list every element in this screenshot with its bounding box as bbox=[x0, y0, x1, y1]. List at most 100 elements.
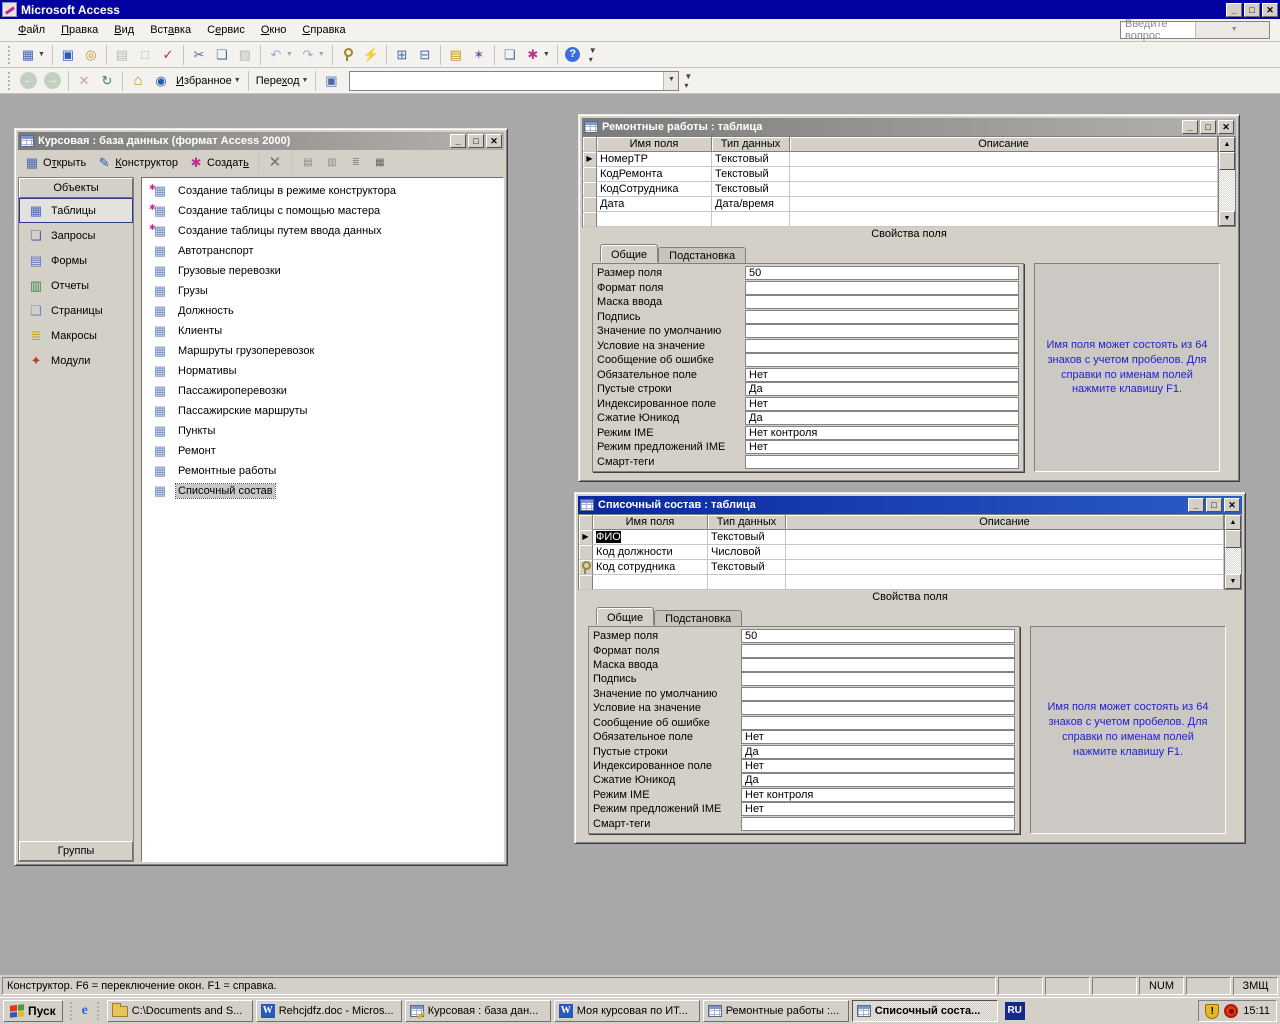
delete-rows-button[interactable]: ⊟ bbox=[414, 44, 436, 66]
field-type-cell[interactable]: Дата/время bbox=[712, 197, 790, 212]
list-item[interactable]: ▦ Пассажирские маршруты bbox=[142, 401, 503, 421]
copy-button[interactable]: ❏ bbox=[211, 44, 233, 66]
open-button[interactable]: ▦Открыть bbox=[20, 153, 90, 173]
field-desc-cell[interactable] bbox=[786, 545, 1224, 560]
close-button[interactable]: ✕ bbox=[1224, 498, 1240, 512]
tab-general[interactable]: Общие bbox=[596, 607, 654, 625]
list-item[interactable]: ▦ Пункты bbox=[142, 421, 503, 441]
internet-explorer-icon[interactable]: e bbox=[77, 1003, 93, 1019]
field-desc-cell[interactable] bbox=[790, 197, 1218, 212]
menu-item[interactable]: Справка bbox=[294, 21, 353, 39]
field-type-cell[interactable]: Текстовый bbox=[712, 167, 790, 182]
design2-titlebar[interactable]: Списочный состав : таблица _ □ ✕ bbox=[578, 496, 1242, 514]
list-item[interactable]: ▦ Автотранспорт bbox=[142, 241, 503, 261]
field-row[interactable]: ▶ bbox=[579, 575, 1224, 590]
property-value-field[interactable] bbox=[745, 455, 1019, 469]
field-type-cell[interactable] bbox=[708, 575, 786, 590]
object-type-item[interactable]: ❏ Запросы bbox=[19, 223, 133, 248]
paste-button[interactable]: ▨ bbox=[234, 44, 256, 66]
objects-header-button[interactable]: Объекты bbox=[19, 178, 133, 198]
web-toolbar-only-button[interactable]: ▣ bbox=[320, 70, 342, 92]
property-value-field[interactable]: Нет bbox=[741, 802, 1015, 816]
view-button[interactable]: ▦▼ bbox=[17, 44, 48, 66]
row-selector[interactable]: ▶ bbox=[583, 152, 597, 167]
field-row[interactable]: ▶ Код сотрудника Текстовый bbox=[579, 560, 1224, 575]
scroll-up-icon[interactable]: ▲ bbox=[1225, 515, 1241, 530]
close-button[interactable]: ✕ bbox=[1218, 120, 1234, 134]
scroll-down-icon[interactable]: ▼ bbox=[1219, 211, 1235, 226]
row-selector[interactable]: ▶ bbox=[583, 167, 597, 182]
object-type-item[interactable]: ✦ Модули bbox=[19, 348, 133, 373]
property-value-field[interactable]: Нет bbox=[745, 397, 1019, 411]
field-row[interactable]: ▶ bbox=[583, 212, 1218, 227]
grid-scrollbar[interactable]: ▲ ▼ bbox=[1218, 137, 1235, 226]
new-object-button[interactable]: ✱▼ bbox=[522, 44, 553, 66]
menu-item[interactable]: Файл bbox=[10, 21, 53, 39]
menu-item[interactable]: Сервис bbox=[199, 21, 253, 39]
help-button[interactable]: ? bbox=[562, 44, 584, 66]
field-row[interactable]: ▶ КодСотрудника Текстовый bbox=[583, 182, 1218, 197]
field-type-cell[interactable] bbox=[712, 212, 790, 227]
taskbar-window-button[interactable]: C:\Documents and S... bbox=[107, 1000, 253, 1022]
list-item[interactable]: ▦ Маршруты грузоперевозок bbox=[142, 341, 503, 361]
object-type-item[interactable]: ▥ Отчеты bbox=[19, 273, 133, 298]
back-button[interactable]: ← bbox=[17, 70, 40, 92]
details-view-button[interactable]: ▦ bbox=[369, 152, 391, 174]
property-value-field[interactable] bbox=[741, 716, 1015, 730]
start-button[interactable]: Пуск bbox=[3, 1000, 63, 1022]
design-button[interactable]: ✎Конструктор bbox=[92, 153, 182, 173]
list-item[interactable]: ▦ Пассажироперевозки bbox=[142, 381, 503, 401]
field-desc-cell[interactable] bbox=[786, 560, 1224, 575]
property-value-field[interactable]: 50 bbox=[741, 629, 1015, 643]
property-value-field[interactable] bbox=[741, 658, 1015, 672]
database-window-button[interactable]: ❑ bbox=[499, 44, 521, 66]
grid-scrollbar[interactable]: ▲ ▼ bbox=[1224, 515, 1241, 589]
menu-item[interactable]: Вид bbox=[106, 21, 142, 39]
toolbar-options-chevron[interactable]: ▼▾ bbox=[589, 46, 599, 64]
web-search-button[interactable]: ◉ bbox=[150, 70, 172, 92]
tab-general[interactable]: Общие bbox=[600, 244, 658, 262]
field-desc-cell[interactable] bbox=[786, 575, 1224, 590]
restore-button[interactable]: □ bbox=[1244, 3, 1260, 17]
field-type-cell[interactable]: Числовой bbox=[708, 545, 786, 560]
object-type-item[interactable]: ❑ Страницы bbox=[19, 298, 133, 323]
favorites-button[interactable]: Избранное▼ bbox=[173, 70, 244, 92]
maximize-button[interactable]: □ bbox=[1200, 120, 1216, 134]
redo-button[interactable]: ↷▼ bbox=[297, 44, 328, 66]
spelling-button[interactable]: ✓ bbox=[157, 44, 179, 66]
maximize-button[interactable]: □ bbox=[468, 134, 484, 148]
row-selector[interactable]: ▶ bbox=[583, 197, 597, 212]
insert-rows-button[interactable]: ⊞ bbox=[391, 44, 413, 66]
list-item[interactable]: ▦ Должность bbox=[142, 301, 503, 321]
large-icons-button[interactable]: ▤ bbox=[297, 152, 319, 174]
list-item[interactable]: ▦ Ремонтные работы bbox=[142, 461, 503, 481]
row-selector[interactable]: ▶ bbox=[583, 182, 597, 197]
scrollbar-thumb[interactable] bbox=[1219, 152, 1235, 170]
minimize-button[interactable]: _ bbox=[450, 134, 466, 148]
property-value-field[interactable] bbox=[745, 281, 1019, 295]
taskbar-window-button[interactable]: W Rehcjdfz.doc - Micros... bbox=[256, 1000, 402, 1022]
field-row[interactable]: ▶ Дата Дата/время bbox=[583, 197, 1218, 212]
undo-button[interactable]: ↶▼ bbox=[265, 44, 296, 66]
delete-button[interactable]: ✕ bbox=[264, 152, 286, 174]
property-value-field[interactable]: Да bbox=[745, 411, 1019, 425]
field-desc-cell[interactable] bbox=[790, 212, 1218, 227]
stop-button[interactable]: ✕ bbox=[73, 70, 95, 92]
property-value-field[interactable]: 50 bbox=[745, 266, 1019, 280]
list-item[interactable]: ▦ Создание таблицы путем ввода данных bbox=[142, 221, 503, 241]
go-button[interactable]: Переход▼ bbox=[253, 70, 312, 92]
question-box[interactable]: Введите вопрос ▼ bbox=[1120, 21, 1270, 39]
field-row[interactable]: ▶ КодРемонта Текстовый bbox=[583, 167, 1218, 182]
property-value-field[interactable] bbox=[745, 339, 1019, 353]
minimize-button[interactable]: _ bbox=[1226, 3, 1242, 17]
property-value-field[interactable]: Да bbox=[741, 773, 1015, 787]
chevron-down-icon[interactable]: ▼ bbox=[663, 72, 678, 90]
create-button[interactable]: ✱Создать bbox=[184, 153, 253, 173]
field-desc-cell[interactable] bbox=[786, 530, 1224, 545]
security-shield-icon[interactable]: ! bbox=[1205, 1004, 1219, 1019]
field-row[interactable]: ▶ Код должности Числовой bbox=[579, 545, 1224, 560]
property-value-field[interactable]: Нет bbox=[745, 368, 1019, 382]
database-window-titlebar[interactable]: Курсовая : база данных (формат Access 20… bbox=[18, 132, 504, 150]
taskbar-window-button[interactable]: Ремонтные работы :... bbox=[703, 1000, 849, 1022]
property-value-field[interactable] bbox=[741, 644, 1015, 658]
